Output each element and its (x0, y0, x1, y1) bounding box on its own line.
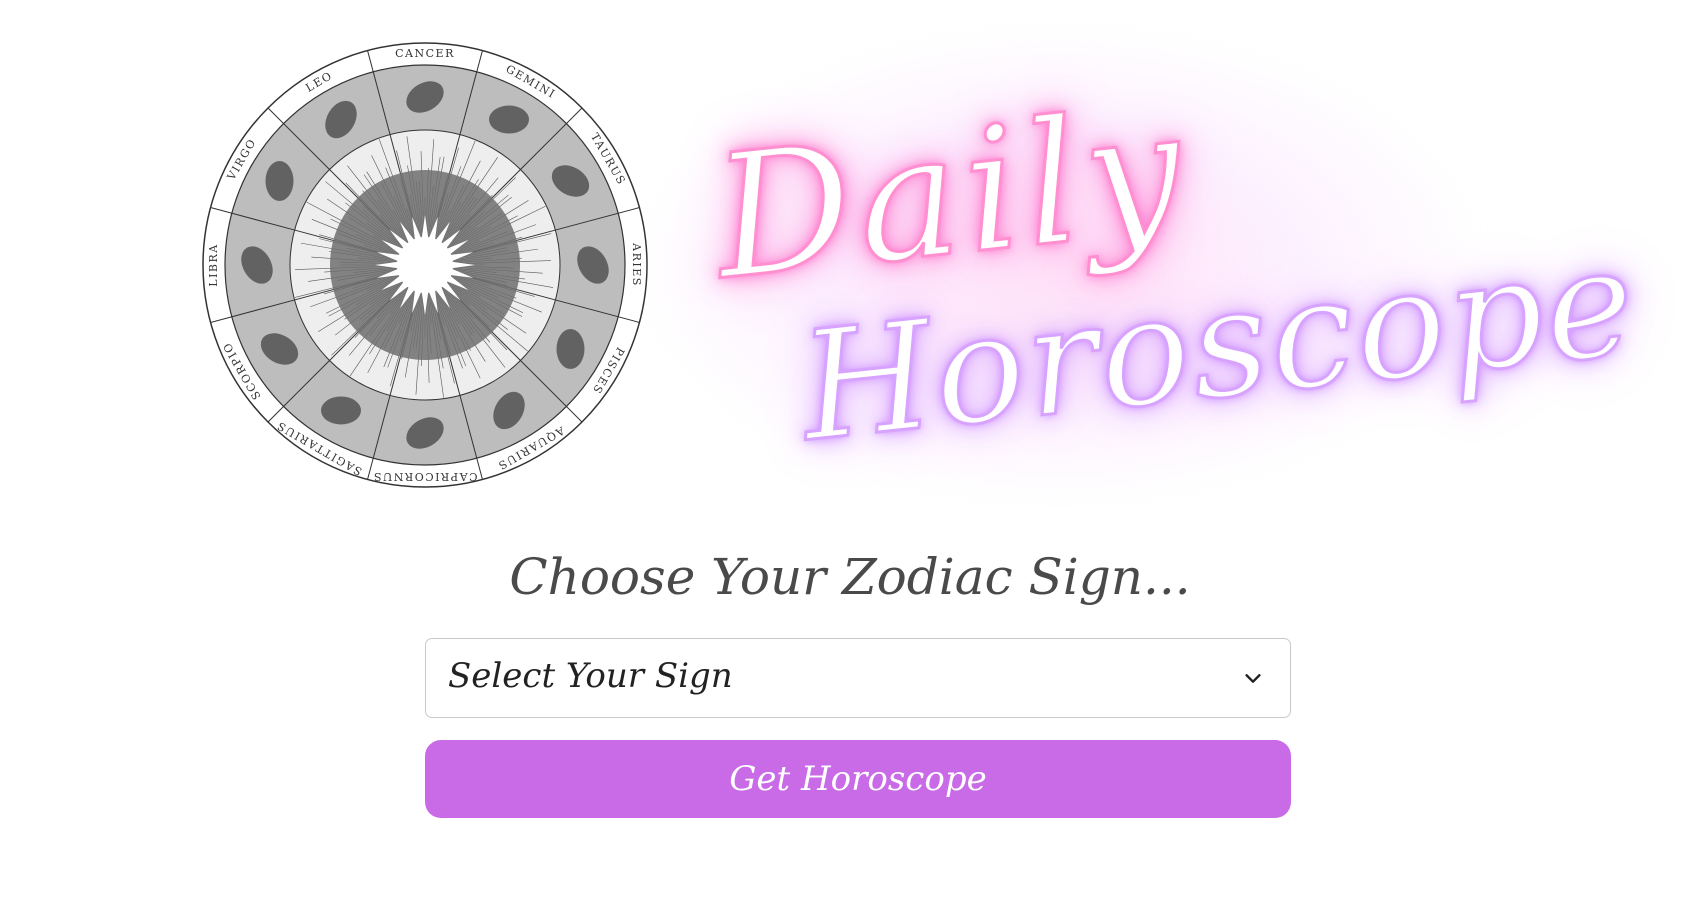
zodiac-sign-select[interactable]: Select Your Sign (425, 638, 1291, 718)
choose-sign-heading: Choose Your Zodiac Sign... (509, 548, 1191, 606)
svg-text:CAPRICORNUS: CAPRICORNUS (372, 470, 477, 483)
hero-banner: CANCER GEMINI TAURUS ARIES PISCES AQUARIUS CAP… (0, 0, 1700, 520)
get-horoscope-button[interactable]: Get Horoscope (425, 740, 1291, 818)
zodiac-wheel-illustration: CANCERGEMINITAURUSARIESPISCESAQUARIUSCAP… (202, 42, 648, 488)
svg-text:CANCER: CANCER (395, 47, 455, 60)
app-title-logo: Daily Horoscope (640, 60, 1645, 480)
chevron-down-icon (1245, 674, 1261, 683)
select-value: Select Your Sign (448, 656, 733, 696)
svg-text:LIBRA: LIBRA (207, 243, 220, 286)
